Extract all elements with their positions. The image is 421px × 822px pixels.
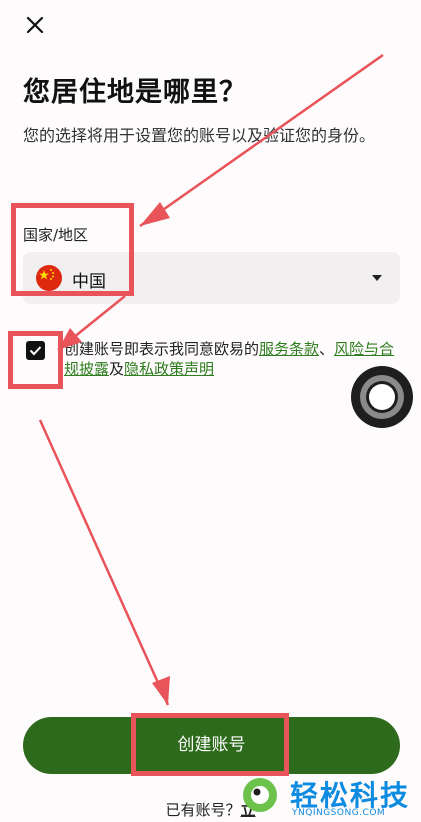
close-button[interactable] (18, 8, 52, 42)
privacy-policy-link[interactable]: 隐私政策声明 (124, 360, 214, 378)
annotation-box-create (131, 713, 289, 776)
caret-down-icon (372, 275, 382, 281)
floating-assistive-button[interactable] (351, 366, 413, 428)
terms-separator-2: 及 (109, 360, 125, 378)
page-subtitle: 您的选择将用于设置您的账号以及验证您的身份。 (23, 126, 376, 145)
terms-text: 创建账号即表示我同意欧易的服务条款、风险与合规披露及隐私政策声明 (64, 339, 400, 379)
annotation-box-checkbox (8, 331, 63, 389)
page-title: 您居住地是哪里？ (23, 77, 247, 108)
assistive-touch-icon (351, 366, 413, 428)
watermark-url: YNQINGSONG.COM (292, 808, 386, 818)
close-icon (26, 16, 44, 34)
login-prompt: 已有账号？ (165, 801, 241, 819)
terms-prefix: 创建账号即表示我同意欧易的 (64, 340, 260, 358)
annotation-box-country (11, 203, 134, 296)
terms-separator-1: 、 (319, 340, 335, 358)
terms-of-service-link[interactable]: 服务条款 (259, 340, 319, 358)
